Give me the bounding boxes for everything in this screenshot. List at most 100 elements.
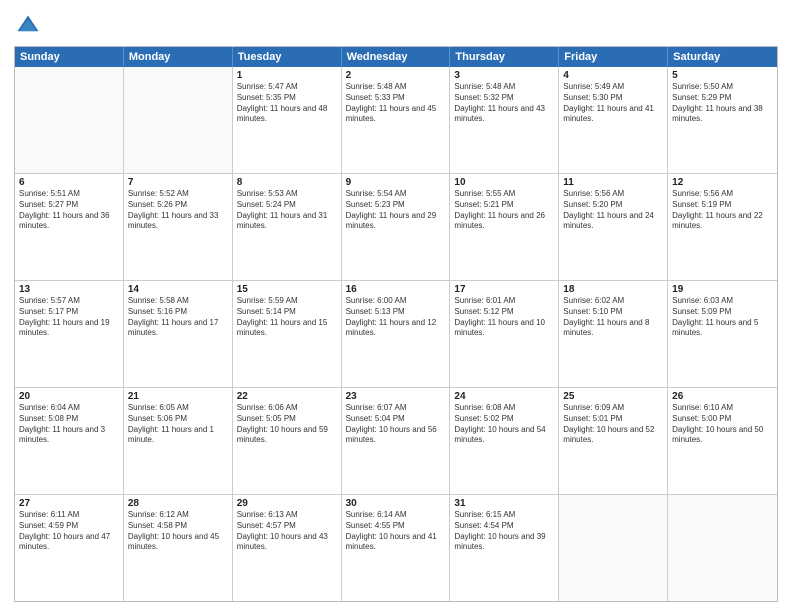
page: SundayMondayTuesdayWednesdayThursdayFrid… bbox=[0, 0, 792, 612]
day-number: 21 bbox=[128, 391, 228, 402]
calendar-cell: 21Sunrise: 6:05 AM Sunset: 5:06 PM Dayli… bbox=[124, 388, 233, 494]
day-number: 25 bbox=[563, 391, 663, 402]
calendar-week: 6Sunrise: 5:51 AM Sunset: 5:27 PM Daylig… bbox=[15, 174, 777, 281]
calendar-cell: 18Sunrise: 6:02 AM Sunset: 5:10 PM Dayli… bbox=[559, 281, 668, 387]
calendar-cell: 27Sunrise: 6:11 AM Sunset: 4:59 PM Dayli… bbox=[15, 495, 124, 601]
day-info: Sunrise: 6:10 AM Sunset: 5:00 PM Dayligh… bbox=[672, 403, 773, 446]
day-number: 18 bbox=[563, 284, 663, 295]
calendar-cell: 12Sunrise: 5:56 AM Sunset: 5:19 PM Dayli… bbox=[668, 174, 777, 280]
day-info: Sunrise: 5:52 AM Sunset: 5:26 PM Dayligh… bbox=[128, 189, 228, 232]
day-info: Sunrise: 6:01 AM Sunset: 5:12 PM Dayligh… bbox=[454, 296, 554, 339]
day-number: 4 bbox=[563, 70, 663, 81]
calendar-cell: 2Sunrise: 5:48 AM Sunset: 5:33 PM Daylig… bbox=[342, 67, 451, 173]
calendar-cell: 13Sunrise: 5:57 AM Sunset: 5:17 PM Dayli… bbox=[15, 281, 124, 387]
day-info: Sunrise: 5:58 AM Sunset: 5:16 PM Dayligh… bbox=[128, 296, 228, 339]
day-info: Sunrise: 5:48 AM Sunset: 5:33 PM Dayligh… bbox=[346, 82, 446, 125]
day-number: 12 bbox=[672, 177, 773, 188]
calendar-cell: 10Sunrise: 5:55 AM Sunset: 5:21 PM Dayli… bbox=[450, 174, 559, 280]
day-info: Sunrise: 5:47 AM Sunset: 5:35 PM Dayligh… bbox=[237, 82, 337, 125]
calendar-cell: 28Sunrise: 6:12 AM Sunset: 4:58 PM Dayli… bbox=[124, 495, 233, 601]
day-number: 15 bbox=[237, 284, 337, 295]
calendar-cell bbox=[15, 67, 124, 173]
calendar-cell: 6Sunrise: 5:51 AM Sunset: 5:27 PM Daylig… bbox=[15, 174, 124, 280]
calendar-cell: 8Sunrise: 5:53 AM Sunset: 5:24 PM Daylig… bbox=[233, 174, 342, 280]
calendar-header-cell: Sunday bbox=[15, 47, 124, 67]
day-number: 22 bbox=[237, 391, 337, 402]
calendar-week: 13Sunrise: 5:57 AM Sunset: 5:17 PM Dayli… bbox=[15, 281, 777, 388]
calendar-cell: 31Sunrise: 6:15 AM Sunset: 4:54 PM Dayli… bbox=[450, 495, 559, 601]
day-info: Sunrise: 6:04 AM Sunset: 5:08 PM Dayligh… bbox=[19, 403, 119, 446]
day-info: Sunrise: 6:11 AM Sunset: 4:59 PM Dayligh… bbox=[19, 510, 119, 553]
calendar-cell: 29Sunrise: 6:13 AM Sunset: 4:57 PM Dayli… bbox=[233, 495, 342, 601]
calendar-header-cell: Tuesday bbox=[233, 47, 342, 67]
day-info: Sunrise: 5:59 AM Sunset: 5:14 PM Dayligh… bbox=[237, 296, 337, 339]
calendar-header: SundayMondayTuesdayWednesdayThursdayFrid… bbox=[15, 47, 777, 67]
calendar-header-cell: Thursday bbox=[450, 47, 559, 67]
calendar: SundayMondayTuesdayWednesdayThursdayFrid… bbox=[14, 46, 778, 602]
day-info: Sunrise: 5:51 AM Sunset: 5:27 PM Dayligh… bbox=[19, 189, 119, 232]
day-info: Sunrise: 5:56 AM Sunset: 5:20 PM Dayligh… bbox=[563, 189, 663, 232]
day-number: 17 bbox=[454, 284, 554, 295]
calendar-cell bbox=[668, 495, 777, 601]
day-number: 30 bbox=[346, 498, 446, 509]
day-info: Sunrise: 6:09 AM Sunset: 5:01 PM Dayligh… bbox=[563, 403, 663, 446]
calendar-cell: 11Sunrise: 5:56 AM Sunset: 5:20 PM Dayli… bbox=[559, 174, 668, 280]
day-info: Sunrise: 6:06 AM Sunset: 5:05 PM Dayligh… bbox=[237, 403, 337, 446]
day-info: Sunrise: 6:02 AM Sunset: 5:10 PM Dayligh… bbox=[563, 296, 663, 339]
calendar-cell: 4Sunrise: 5:49 AM Sunset: 5:30 PM Daylig… bbox=[559, 67, 668, 173]
day-info: Sunrise: 5:56 AM Sunset: 5:19 PM Dayligh… bbox=[672, 189, 773, 232]
day-number: 19 bbox=[672, 284, 773, 295]
day-number: 1 bbox=[237, 70, 337, 81]
day-number: 13 bbox=[19, 284, 119, 295]
day-number: 26 bbox=[672, 391, 773, 402]
day-number: 20 bbox=[19, 391, 119, 402]
calendar-week: 27Sunrise: 6:11 AM Sunset: 4:59 PM Dayli… bbox=[15, 495, 777, 601]
calendar-cell: 20Sunrise: 6:04 AM Sunset: 5:08 PM Dayli… bbox=[15, 388, 124, 494]
day-number: 28 bbox=[128, 498, 228, 509]
day-number: 3 bbox=[454, 70, 554, 81]
calendar-cell: 9Sunrise: 5:54 AM Sunset: 5:23 PM Daylig… bbox=[342, 174, 451, 280]
calendar-cell bbox=[124, 67, 233, 173]
calendar-header-cell: Wednesday bbox=[342, 47, 451, 67]
day-number: 6 bbox=[19, 177, 119, 188]
logo-icon bbox=[14, 12, 42, 40]
day-number: 16 bbox=[346, 284, 446, 295]
day-number: 7 bbox=[128, 177, 228, 188]
calendar-cell: 22Sunrise: 6:06 AM Sunset: 5:05 PM Dayli… bbox=[233, 388, 342, 494]
day-number: 5 bbox=[672, 70, 773, 81]
calendar-header-cell: Friday bbox=[559, 47, 668, 67]
calendar-cell: 7Sunrise: 5:52 AM Sunset: 5:26 PM Daylig… bbox=[124, 174, 233, 280]
calendar-cell: 5Sunrise: 5:50 AM Sunset: 5:29 PM Daylig… bbox=[668, 67, 777, 173]
day-number: 29 bbox=[237, 498, 337, 509]
day-info: Sunrise: 5:48 AM Sunset: 5:32 PM Dayligh… bbox=[454, 82, 554, 125]
calendar-cell: 26Sunrise: 6:10 AM Sunset: 5:00 PM Dayli… bbox=[668, 388, 777, 494]
day-info: Sunrise: 6:00 AM Sunset: 5:13 PM Dayligh… bbox=[346, 296, 446, 339]
calendar-cell: 23Sunrise: 6:07 AM Sunset: 5:04 PM Dayli… bbox=[342, 388, 451, 494]
day-info: Sunrise: 5:54 AM Sunset: 5:23 PM Dayligh… bbox=[346, 189, 446, 232]
day-info: Sunrise: 6:08 AM Sunset: 5:02 PM Dayligh… bbox=[454, 403, 554, 446]
day-info: Sunrise: 6:13 AM Sunset: 4:57 PM Dayligh… bbox=[237, 510, 337, 553]
day-info: Sunrise: 5:53 AM Sunset: 5:24 PM Dayligh… bbox=[237, 189, 337, 232]
day-info: Sunrise: 5:57 AM Sunset: 5:17 PM Dayligh… bbox=[19, 296, 119, 339]
day-info: Sunrise: 6:05 AM Sunset: 5:06 PM Dayligh… bbox=[128, 403, 228, 446]
calendar-cell: 1Sunrise: 5:47 AM Sunset: 5:35 PM Daylig… bbox=[233, 67, 342, 173]
day-number: 31 bbox=[454, 498, 554, 509]
calendar-cell: 15Sunrise: 5:59 AM Sunset: 5:14 PM Dayli… bbox=[233, 281, 342, 387]
day-info: Sunrise: 6:07 AM Sunset: 5:04 PM Dayligh… bbox=[346, 403, 446, 446]
day-number: 27 bbox=[19, 498, 119, 509]
calendar-cell: 16Sunrise: 6:00 AM Sunset: 5:13 PM Dayli… bbox=[342, 281, 451, 387]
calendar-header-cell: Saturday bbox=[668, 47, 777, 67]
calendar-cell: 3Sunrise: 5:48 AM Sunset: 5:32 PM Daylig… bbox=[450, 67, 559, 173]
logo bbox=[14, 12, 46, 40]
calendar-cell: 14Sunrise: 5:58 AM Sunset: 5:16 PM Dayli… bbox=[124, 281, 233, 387]
day-number: 23 bbox=[346, 391, 446, 402]
day-number: 2 bbox=[346, 70, 446, 81]
day-info: Sunrise: 5:49 AM Sunset: 5:30 PM Dayligh… bbox=[563, 82, 663, 125]
calendar-week: 20Sunrise: 6:04 AM Sunset: 5:08 PM Dayli… bbox=[15, 388, 777, 495]
day-number: 24 bbox=[454, 391, 554, 402]
day-number: 9 bbox=[346, 177, 446, 188]
day-info: Sunrise: 5:50 AM Sunset: 5:29 PM Dayligh… bbox=[672, 82, 773, 125]
day-info: Sunrise: 6:15 AM Sunset: 4:54 PM Dayligh… bbox=[454, 510, 554, 553]
day-info: Sunrise: 5:55 AM Sunset: 5:21 PM Dayligh… bbox=[454, 189, 554, 232]
calendar-header-cell: Monday bbox=[124, 47, 233, 67]
